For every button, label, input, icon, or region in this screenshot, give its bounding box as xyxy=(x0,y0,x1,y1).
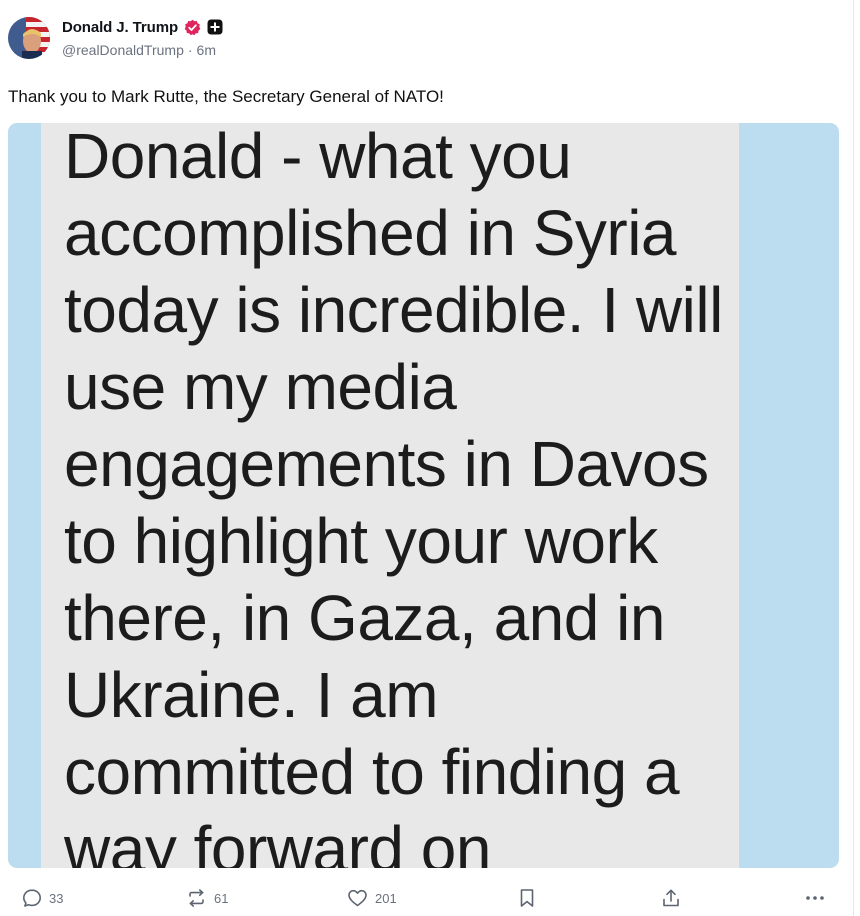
like-count: 201 xyxy=(375,890,397,906)
repost-button[interactable]: 61 xyxy=(186,888,228,908)
post-media-image[interactable]: Donald - what you accomplished in Syria … xyxy=(8,123,839,868)
message-bubble: Donald - what you accomplished in Syria … xyxy=(41,123,739,868)
repost-icon xyxy=(189,889,204,907)
message-line: engagements in Davos xyxy=(64,428,709,500)
message-text: Donald - what you accomplished in Syria … xyxy=(64,123,723,868)
like-button[interactable]: 201 xyxy=(347,888,397,908)
repost-count: 61 xyxy=(214,890,229,906)
bookmark-button[interactable] xyxy=(518,888,536,908)
share-button[interactable] xyxy=(661,888,681,908)
author-name-row: Donald J. Trump xyxy=(62,17,224,37)
divider xyxy=(853,0,854,916)
message-line: today is incredible. I will xyxy=(64,274,723,346)
avatar[interactable] xyxy=(8,17,50,59)
message-line: way forward on xyxy=(64,813,491,868)
verified-badge-icon xyxy=(184,19,201,36)
reply-button[interactable]: 33 xyxy=(22,888,63,908)
more-icon xyxy=(806,896,824,900)
more-button[interactable] xyxy=(804,888,826,908)
plus-badge-icon xyxy=(207,19,224,36)
bookmark-icon xyxy=(520,889,534,907)
reply-icon xyxy=(23,889,41,907)
post-text: Thank you to Mark Rutte, the Secretary G… xyxy=(8,87,444,106)
author-display-name[interactable]: Donald J. Trump xyxy=(62,19,178,36)
message-line: use my media xyxy=(64,351,457,423)
heart-icon xyxy=(348,889,367,907)
share-icon xyxy=(663,889,679,907)
message-line: Ukraine. I am xyxy=(64,659,439,731)
message-line: Donald - what you xyxy=(64,123,572,192)
author-handle-row: @realDonaldTrump · 6m xyxy=(62,42,216,58)
post-timestamp[interactable]: 6m xyxy=(197,42,216,58)
separator: · xyxy=(187,42,193,58)
avatar-image xyxy=(8,17,50,59)
author-handle[interactable]: @realDonaldTrump xyxy=(62,42,184,58)
message-line: committed to finding a xyxy=(64,736,680,808)
post-card: Donald J. Trump @realDonaldTrump · 6m Th… xyxy=(0,0,860,916)
message-line: accomplished in Syria xyxy=(64,197,676,269)
message-line: there, in Gaza, and in xyxy=(64,582,665,654)
reply-count: 33 xyxy=(49,890,64,906)
message-line: to highlight your work xyxy=(64,505,658,577)
action-bar: 33 61 201 xyxy=(0,880,860,916)
